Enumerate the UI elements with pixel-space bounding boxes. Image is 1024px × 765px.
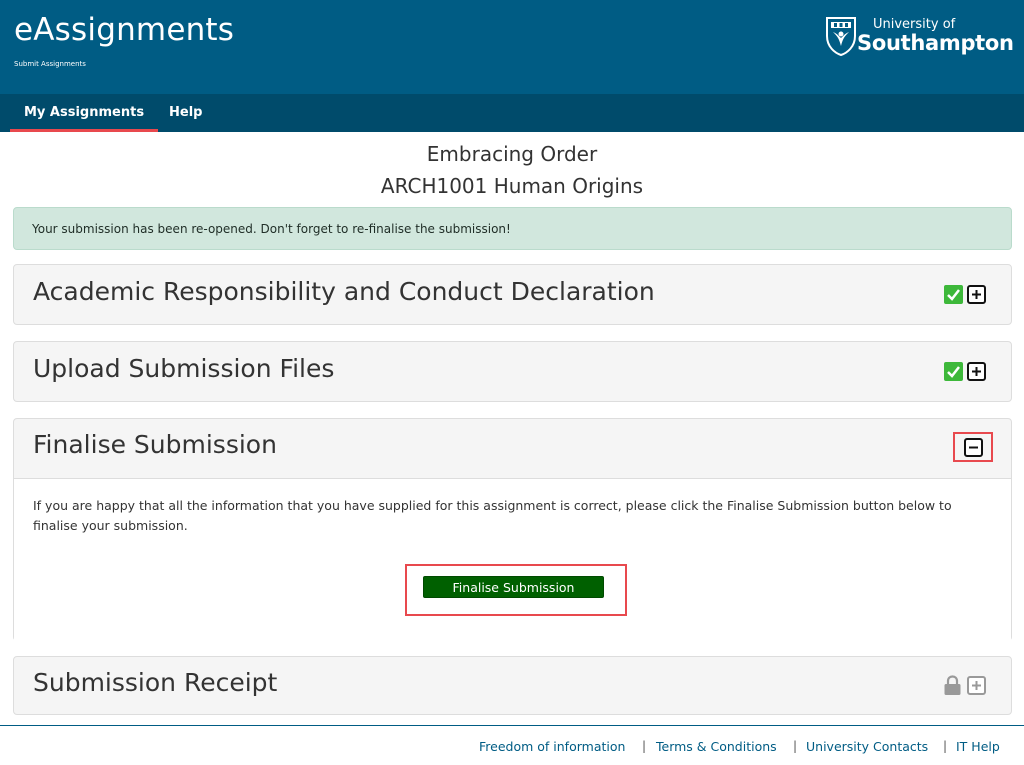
expand-plus-icon[interactable] [967, 285, 986, 304]
check-icon [944, 285, 963, 304]
finalise-instructions: If you are happy that all the informatio… [33, 498, 952, 533]
footer-link-it-help[interactable]: IT Help [956, 739, 1000, 754]
expand-plus-icon [967, 676, 986, 695]
panel-declaration[interactable]: Academic Responsibility and Conduct Decl… [13, 264, 1012, 325]
footer-separator: | [642, 739, 647, 753]
logo-line2: Southampton [857, 31, 1014, 55]
app-subtitle: Submit Assignments [14, 60, 86, 68]
assignment-title: Embracing Order [426, 142, 598, 166]
panel-heading: Upload Submission Files [33, 354, 335, 383]
panel-body: If you are happy that all the informatio… [14, 478, 1011, 641]
shield-crest-icon [826, 17, 856, 56]
finalise-submission-button[interactable]: Finalise Submission [423, 576, 604, 598]
check-icon [944, 362, 963, 381]
nav-help[interactable]: Help [155, 94, 216, 132]
reopened-alert: Your submission has been re-opened. Don'… [13, 207, 1012, 250]
app-header: eAssignments Submit Assignments Universi… [0, 0, 1024, 94]
logo-line1: University of [873, 17, 956, 32]
footer-link-foi[interactable]: Freedom of information [479, 739, 625, 754]
panel-finalise: Finalise Submission If you are happy tha… [13, 418, 1012, 641]
footer-separator: | [943, 739, 948, 753]
main-nav: My Assignments Help [0, 94, 1024, 132]
module-title: ARCH1001 Human Origins [380, 174, 644, 198]
lock-icon [943, 675, 962, 696]
footer-link-terms[interactable]: Terms & Conditions [656, 739, 777, 754]
footer-link-contacts[interactable]: University Contacts [806, 739, 928, 754]
panel-receipt[interactable]: Submission Receipt [13, 656, 1012, 715]
footer-divider [0, 725, 1024, 726]
panel-heading: Academic Responsibility and Conduct Decl… [33, 277, 655, 306]
footer-separator: | [793, 739, 798, 753]
panel-upload-files[interactable]: Upload Submission Files [13, 341, 1012, 402]
app-title: eAssignments [14, 12, 235, 48]
expand-plus-icon[interactable] [967, 362, 986, 381]
panel-heading: Submission Receipt [33, 668, 278, 697]
nav-my-assignments[interactable]: My Assignments [10, 94, 159, 132]
university-logo[interactable]: University of Southampton [825, 16, 1015, 58]
collapse-minus-icon[interactable] [964, 438, 983, 457]
panel-heading: Finalise Submission [33, 430, 277, 459]
